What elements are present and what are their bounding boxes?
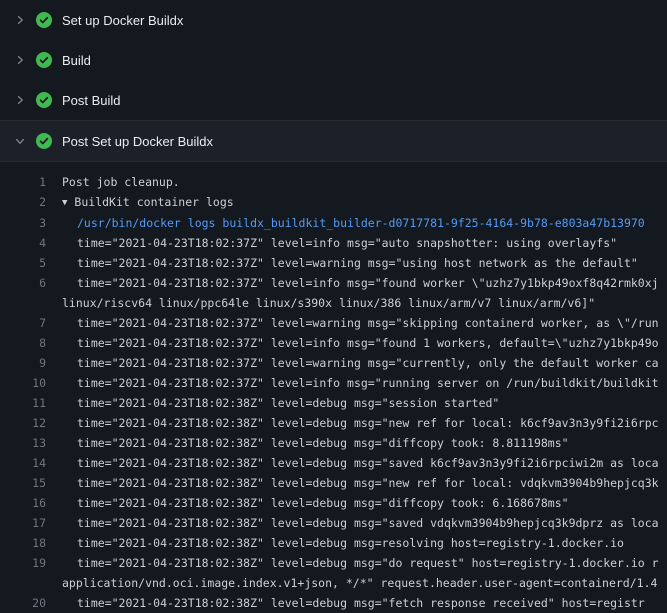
- log-line: 14time="2021-04-23T18:02:38Z" level=debu…: [0, 453, 667, 473]
- chevron-down-icon: [12, 133, 28, 149]
- log-command-text: /usr/bin/docker logs buildx_buildkit_bui…: [62, 213, 645, 233]
- section-label: Set up Docker Buildx: [62, 13, 183, 28]
- line-number[interactable]: 11: [0, 393, 62, 413]
- log-line: 13time="2021-04-23T18:02:38Z" level=debu…: [0, 433, 667, 453]
- log-line: 3/usr/bin/docker logs buildx_buildkit_bu…: [0, 213, 667, 233]
- log-line: 8time="2021-04-23T18:02:37Z" level=info …: [0, 333, 667, 353]
- log-line: 15time="2021-04-23T18:02:38Z" level=debu…: [0, 473, 667, 493]
- log-text: time="2021-04-23T18:02:38Z" level=debug …: [62, 453, 659, 473]
- log-line: 12time="2021-04-23T18:02:38Z" level=debu…: [0, 413, 667, 433]
- log-line: 6time="2021-04-23T18:02:37Z" level=info …: [0, 273, 667, 293]
- log-text: time="2021-04-23T18:02:38Z" level=debug …: [62, 593, 645, 613]
- log-text: application/vnd.oci.image.index.v1+json,…: [62, 573, 657, 593]
- log-line: 4time="2021-04-23T18:02:37Z" level=info …: [0, 233, 667, 253]
- log-line: 7time="2021-04-23T18:02:37Z" level=warni…: [0, 313, 667, 333]
- log-text: time="2021-04-23T18:02:38Z" level=debug …: [62, 533, 624, 553]
- line-number[interactable]: 10: [0, 373, 62, 393]
- job-steps-list: Set up Docker Buildx Build Post Build Post …: [0, 0, 667, 162]
- log-text: time="2021-04-23T18:02:38Z" level=debug …: [62, 413, 659, 433]
- log-text: time="2021-04-23T18:02:37Z" level=warnin…: [62, 353, 659, 373]
- line-number[interactable]: 2: [0, 192, 62, 213]
- line-number: [0, 573, 62, 593]
- section-row-post-set-up-docker-buildx[interactable]: Post Set up Docker Buildx: [0, 120, 667, 162]
- line-number[interactable]: 19: [0, 553, 62, 573]
- log-line-wrap-continuation: linux/riscv64 linux/ppc64le linux/s390x …: [0, 293, 667, 313]
- log-text: time="2021-04-23T18:02:38Z" level=debug …: [62, 553, 659, 573]
- section-label: Build: [62, 53, 91, 68]
- log-text: time="2021-04-23T18:02:38Z" level=debug …: [62, 513, 659, 533]
- line-number[interactable]: 18: [0, 533, 62, 553]
- line-number[interactable]: 16: [0, 493, 62, 513]
- chevron-right-icon: [12, 12, 28, 28]
- section-row-set-up-docker-buildx[interactable]: Set up Docker Buildx: [0, 0, 667, 40]
- log-line: 20time="2021-04-23T18:02:38Z" level=debu…: [0, 593, 667, 613]
- line-number[interactable]: 9: [0, 353, 62, 373]
- line-number[interactable]: 17: [0, 513, 62, 533]
- log-text: time="2021-04-23T18:02:38Z" level=debug …: [62, 393, 499, 413]
- log-line: 11time="2021-04-23T18:02:38Z" level=debu…: [0, 393, 667, 413]
- line-number[interactable]: 5: [0, 253, 62, 273]
- log-text: Post job cleanup.: [62, 172, 180, 192]
- triangle-down-icon: ▼: [62, 193, 67, 213]
- section-label: Post Build: [62, 93, 121, 108]
- log-text: time="2021-04-23T18:02:37Z" level=info m…: [62, 273, 659, 293]
- log-text: time="2021-04-23T18:02:38Z" level=debug …: [62, 473, 659, 493]
- line-number[interactable]: 1: [0, 172, 62, 192]
- line-number[interactable]: 4: [0, 233, 62, 253]
- line-number[interactable]: 15: [0, 473, 62, 493]
- success-check-circle-icon: [36, 12, 52, 28]
- log-text: time="2021-04-23T18:02:37Z" level=warnin…: [62, 313, 659, 333]
- chevron-right-icon: [12, 92, 28, 108]
- log-line: 9time="2021-04-23T18:02:37Z" level=warni…: [0, 353, 667, 373]
- log-area: 1Post job cleanup.2▼ BuildKit container l…: [0, 162, 667, 613]
- log-line: 1Post job cleanup.: [0, 172, 667, 192]
- line-number[interactable]: 8: [0, 333, 62, 353]
- success-check-circle-icon: [36, 92, 52, 108]
- section-row-post-build[interactable]: Post Build: [0, 80, 667, 120]
- section-row-build[interactable]: Build: [0, 40, 667, 80]
- log-text: time="2021-04-23T18:02:38Z" level=debug …: [62, 433, 569, 453]
- line-number[interactable]: 20: [0, 593, 62, 613]
- log-line: 17time="2021-04-23T18:02:38Z" level=debu…: [0, 513, 667, 533]
- log-text: time="2021-04-23T18:02:37Z" level=info m…: [62, 333, 659, 353]
- line-number: [0, 293, 62, 313]
- log-line: 19time="2021-04-23T18:02:38Z" level=debu…: [0, 553, 667, 573]
- line-number[interactable]: 13: [0, 433, 62, 453]
- log-text: time="2021-04-23T18:02:37Z" level=warnin…: [62, 253, 638, 273]
- log-group-label: BuildKit container logs: [74, 195, 233, 209]
- line-number[interactable]: 12: [0, 413, 62, 433]
- log-text: time="2021-04-23T18:02:37Z" level=info m…: [62, 373, 659, 393]
- log-group-toggle[interactable]: ▼ BuildKit container logs: [62, 192, 234, 213]
- line-number[interactable]: 7: [0, 313, 62, 333]
- success-check-circle-icon: [36, 52, 52, 68]
- line-number[interactable]: 6: [0, 273, 62, 293]
- log-line: 18time="2021-04-23T18:02:38Z" level=debu…: [0, 533, 667, 553]
- log-line: 2▼ BuildKit container logs: [0, 192, 667, 213]
- log-text: time="2021-04-23T18:02:37Z" level=info m…: [62, 233, 617, 253]
- line-number[interactable]: 3: [0, 213, 62, 233]
- log-line: 10time="2021-04-23T18:02:37Z" level=info…: [0, 373, 667, 393]
- log-text: linux/riscv64 linux/ppc64le linux/s390x …: [62, 293, 595, 313]
- chevron-right-icon: [12, 52, 28, 68]
- log-line-wrap-continuation: application/vnd.oci.image.index.v1+json,…: [0, 573, 667, 593]
- section-label: Post Set up Docker Buildx: [62, 134, 213, 149]
- log-line: 5time="2021-04-23T18:02:37Z" level=warni…: [0, 253, 667, 273]
- log-line: 16time="2021-04-23T18:02:38Z" level=debu…: [0, 493, 667, 513]
- line-number[interactable]: 14: [0, 453, 62, 473]
- success-check-circle-icon: [36, 133, 52, 149]
- log-text: time="2021-04-23T18:02:38Z" level=debug …: [62, 493, 569, 513]
